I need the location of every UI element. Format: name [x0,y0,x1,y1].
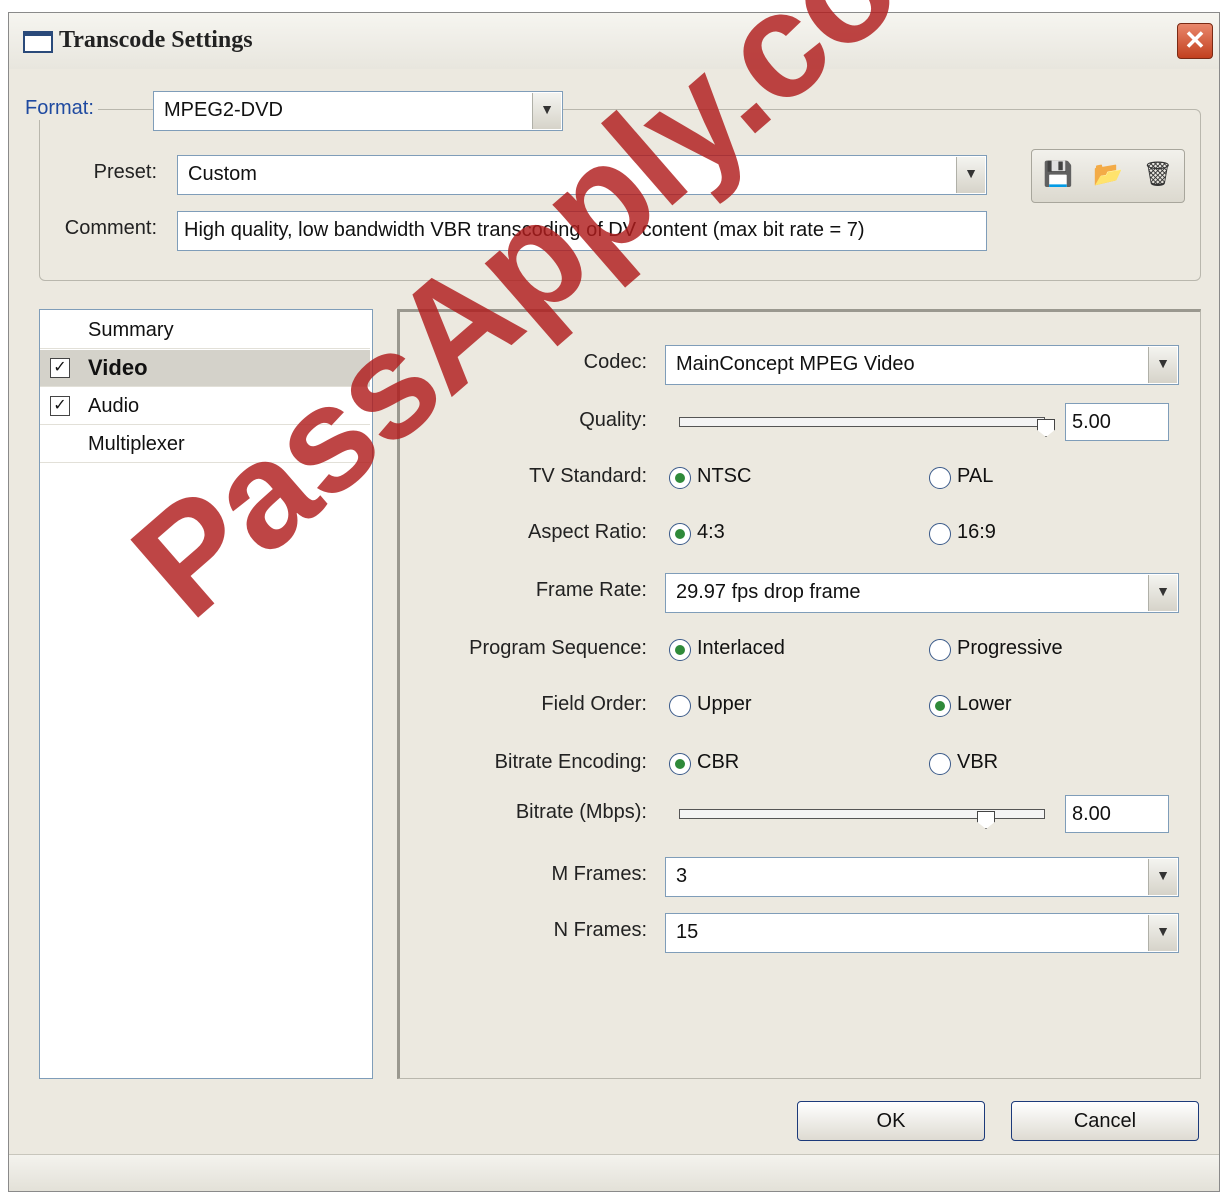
open-folder-icon[interactable]: 📂 [1088,158,1128,192]
radio-4-3[interactable] [669,523,691,545]
sidebar-item-label: Audio [88,395,140,417]
preset-toolbar: 💾 📂 🗑 [1031,149,1185,203]
frame-rate-select[interactable]: 29.97 fps drop frame ▼ [665,573,1179,613]
sidebar-item-summary[interactable]: Summary [40,312,370,349]
n-frames-label: N Frames: [553,919,647,941]
radio-interlaced-label: Interlaced [697,637,785,659]
radio-pal[interactable] [929,467,951,489]
m-frames-value: 3 [676,865,688,887]
tv-standard-label: TV Standard: [529,465,647,487]
quality-slider[interactable] [679,417,1045,427]
comment-field[interactable]: High quality, low bandwidth VBR transcod… [177,211,987,251]
n-frames-value: 15 [676,921,699,943]
chevron-down-icon[interactable]: ▼ [1148,347,1177,383]
frame-rate-value: 29.97 fps drop frame [676,581,861,603]
radio-progressive[interactable] [929,639,951,661]
radio-interlaced[interactable] [669,639,691,661]
format-select[interactable]: MPEG2-DVD ▼ [153,91,563,131]
chevron-down-icon[interactable]: ▼ [1148,915,1177,951]
sidebar-item-multiplexer[interactable]: Multiplexer [40,426,370,463]
frame-rate-label: Frame Rate: [535,579,647,601]
m-frames-select[interactable]: 3 ▼ [665,857,1179,897]
title-bar: Transcode Settings ✕ [9,13,1219,69]
radio-pal-label: PAL [957,465,994,487]
radio-vbr-label: VBR [957,751,999,773]
sidebar-item-video[interactable]: ✓ Video [40,350,370,387]
radio-cbr[interactable] [669,753,691,775]
radio-vbr[interactable] [929,753,951,775]
codec-value: MainConcept MPEG Video [676,353,915,375]
bitrate-encoding-label: Bitrate Encoding: [494,751,647,773]
sidebar-item-label: Summary [88,319,174,341]
codec-label: Codec: [583,351,647,373]
comment-label: Comment: [64,217,157,239]
delete-icon[interactable]: 🗑 [1138,158,1178,192]
ok-button[interactable]: OK [797,1101,985,1141]
radio-16-9[interactable] [929,523,951,545]
radio-lower-label: Lower [957,693,1012,715]
codec-select[interactable]: MainConcept MPEG Video ▼ [665,345,1179,385]
program-sequence-label: Program Sequence: [469,637,647,659]
preset-label: Preset: [93,161,157,183]
chevron-down-icon[interactable]: ▼ [1148,859,1177,895]
cancel-button[interactable]: Cancel [1011,1101,1199,1141]
quality-label: Quality: [579,409,647,431]
bitrate-field[interactable]: 8.00 [1065,795,1169,833]
window-icon [23,31,53,53]
radio-ntsc-label: NTSC [697,465,752,487]
status-bar [9,1154,1219,1191]
chevron-down-icon[interactable]: ▼ [532,93,561,129]
n-frames-select[interactable]: 15 ▼ [665,913,1179,953]
window-title: Transcode Settings [59,27,253,53]
preset-select[interactable]: Custom ▼ [177,155,987,195]
transcode-settings-dialog: Transcode Settings ✕ Format: MPEG2-DVD ▼… [8,12,1220,1192]
sidebar-item-audio[interactable]: ✓ Audio [40,388,370,425]
format-group [39,109,1201,281]
chevron-down-icon[interactable]: ▼ [1148,575,1177,611]
quality-field[interactable]: 5.00 [1065,403,1169,441]
radio-progressive-label: Progressive [957,637,1063,659]
field-order-label: Field Order: [541,693,647,715]
chevron-down-icon[interactable]: ▼ [956,157,985,193]
radio-cbr-label: CBR [697,751,740,773]
preset-value: Custom [188,163,257,185]
m-frames-label: M Frames: [551,863,647,885]
bitrate-label: Bitrate (Mbps): [515,801,647,823]
close-button[interactable]: ✕ [1177,23,1213,59]
settings-sidebar: Summary ✓ Video ✓ Audio Multiplexer [39,309,373,1079]
sidebar-item-label: Multiplexer [88,433,185,455]
radio-lower[interactable] [929,695,951,717]
sidebar-item-label: Video [88,355,148,380]
format-label: Format: [21,97,98,120]
radio-4-3-label: 4:3 [697,521,725,543]
format-value: MPEG2-DVD [164,99,283,121]
save-icon[interactable]: 💾 [1038,158,1078,192]
radio-16-9-label: 16:9 [957,521,996,543]
video-checkbox[interactable]: ✓ [50,358,70,378]
radio-upper-label: Upper [697,693,752,715]
radio-ntsc[interactable] [669,467,691,489]
audio-checkbox[interactable]: ✓ [50,396,70,416]
aspect-ratio-label: Aspect Ratio: [528,521,647,543]
radio-upper[interactable] [669,695,691,717]
